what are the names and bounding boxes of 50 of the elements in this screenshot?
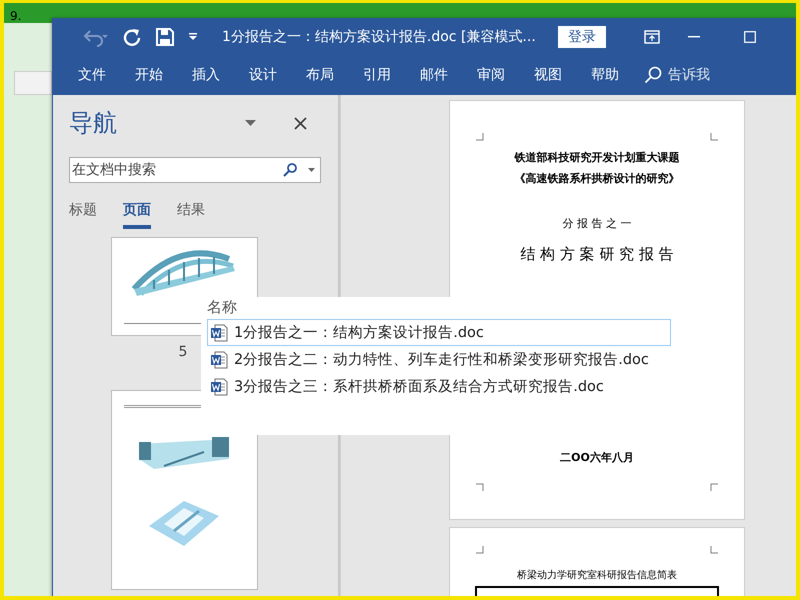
search-field[interactable]: 在文档中搜索 — [69, 157, 321, 183]
ribbon-tab[interactable]: 开始 — [135, 66, 192, 84]
pane-title: 导航 — [69, 108, 117, 139]
subtitle-text: 分 报 告 之 一 — [562, 216, 632, 231]
margin-corner-icon — [710, 483, 718, 491]
ribbon-tab[interactable]: 设计 — [249, 66, 306, 84]
tell-me-field[interactable]: 告诉我 — [668, 66, 710, 84]
redo-icon[interactable] — [122, 26, 142, 46]
margin-corner-icon — [710, 546, 718, 554]
save-icon[interactable] — [156, 28, 174, 46]
page-number: 5 — [178, 344, 188, 360]
margin-corner-icon — [476, 546, 484, 554]
ribbon-tab[interactable]: 帮助 — [591, 66, 648, 84]
table-title: 桥梁动力学研究室科研报告信息简表 — [517, 568, 677, 582]
file-item[interactable]: 2分报告之二：动力特性、列车走行性和桥梁变形研究报告.doc — [207, 346, 671, 373]
window-title: 1分报告之一：结构方案设计报告.doc [兼容模式... — [222, 28, 536, 46]
ribbon-tab[interactable]: 布局 — [306, 66, 363, 84]
search-icon[interactable] — [283, 163, 297, 177]
ribbon-tab[interactable]: 邮件 — [420, 66, 477, 84]
ribbon-display-icon[interactable] — [644, 30, 660, 44]
background-text: 9. — [10, 9, 22, 23]
dropdown-icon[interactable] — [245, 120, 256, 126]
caret-icon[interactable] — [188, 32, 198, 40]
maximize-icon[interactable] — [744, 30, 756, 42]
caret-icon[interactable] — [308, 168, 315, 172]
margin-corner-icon — [710, 133, 718, 141]
word-document-icon — [210, 324, 228, 342]
pane-tab[interactable]: 标题 — [69, 201, 97, 225]
margin-corner-icon — [476, 483, 484, 491]
search-icon[interactable] — [644, 66, 662, 84]
date-text: 二OO六年八月 — [560, 450, 634, 465]
ribbon-tab[interactable]: 视图 — [534, 66, 591, 84]
ribbon-tab[interactable]: 引用 — [363, 66, 420, 84]
ribbon-tab[interactable]: 插入 — [192, 66, 249, 84]
close-icon[interactable] — [294, 116, 307, 130]
word-document-icon — [210, 350, 228, 368]
ribbon-tab[interactable]: 审阅 — [477, 66, 534, 84]
pane-tab[interactable]: 页面 — [123, 201, 151, 229]
pane-tab[interactable]: 结果 — [177, 201, 205, 225]
heading-text: 《高速铁路系杆拱桥设计的研究》 — [514, 171, 680, 186]
column-header: 名称 — [207, 297, 238, 318]
login-button[interactable]: 登录 — [558, 26, 606, 48]
heading-text: 铁道部科技研究开发计划重大课题 — [514, 150, 680, 165]
file-item[interactable]: 1分报告之一：结构方案设计报告.doc — [207, 319, 671, 346]
minimize-icon[interactable] — [688, 36, 700, 38]
report-title: 结 构 方 案 研 究 报 告 — [520, 245, 674, 264]
ribbon-tab[interactable]: 文件 — [78, 66, 135, 84]
file-item[interactable]: 3分报告之三：系杆拱桥桥面系及结合方式研究报告.doc — [207, 373, 671, 400]
word-document-icon — [210, 378, 228, 396]
margin-corner-icon — [476, 133, 484, 141]
